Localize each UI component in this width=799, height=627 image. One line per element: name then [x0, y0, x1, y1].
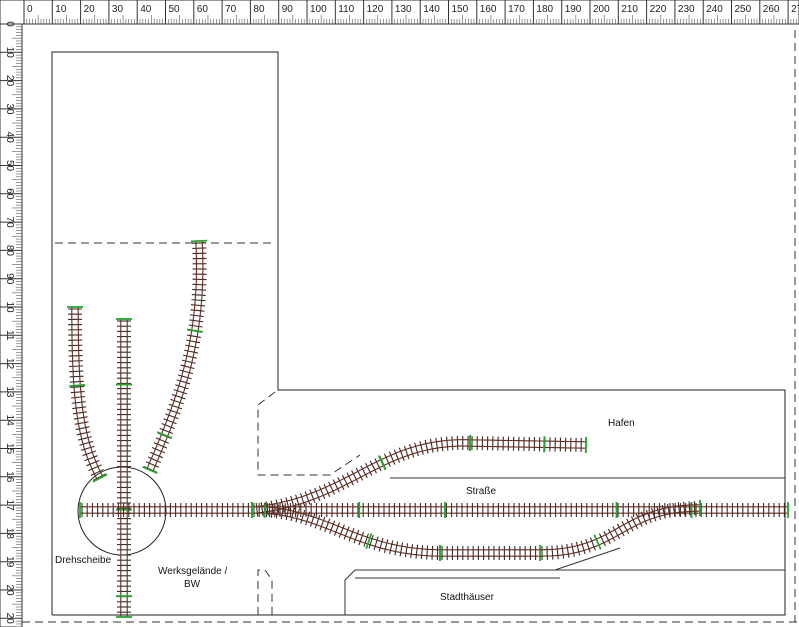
left-ruler-label: 20	[4, 584, 15, 596]
top-ruler-label: 90	[282, 4, 294, 15]
left-ruler-label: 16	[4, 471, 15, 483]
left-ruler-label: 15	[4, 443, 15, 455]
top-ruler-label: 230	[678, 4, 695, 15]
top-ruler-label: 250	[735, 4, 752, 15]
left-ruler-label: 40	[4, 132, 15, 144]
track-joint	[190, 239, 208, 243]
top-ruler-label: 0	[27, 4, 33, 15]
turntable-circle[interactable]	[77, 466, 167, 556]
left-ruler: 0 10 20 30 40 50 60 70 80 90 10 11 12 13 14 15 16 17 18 19 2…	[0, 21, 23, 627]
label-stadthaeuser: Stadthäuser	[440, 592, 495, 603]
top-ruler-label: 150	[452, 4, 469, 15]
track-joint	[69, 384, 86, 387]
label-hafen: Hafen	[608, 418, 635, 429]
track-joint	[365, 533, 373, 549]
top-ruler-label: 70	[225, 4, 237, 15]
left-ruler-label: 50	[4, 160, 15, 172]
top-ruler-label: 190	[565, 4, 582, 15]
top-ruler-label: 170	[508, 4, 525, 15]
top-ruler-label: 120	[367, 4, 384, 15]
track-joint	[142, 466, 158, 474]
top-ruler-label: 130	[395, 4, 412, 15]
track-spur-left[interactable]	[66, 306, 108, 483]
left-ruler-label: 11	[4, 330, 15, 341]
top-ruler-label: 260	[763, 4, 780, 15]
left-ruler-label: 70	[4, 217, 15, 229]
label-werksgelaende-1: Werksgelände /	[158, 566, 228, 577]
street-lines	[344, 477, 785, 615]
top-ruler: 0 10 20 30 40 50 60 70 80 90 100 110 120 130 140 150 160…	[0, 0, 799, 25]
left-ruler-label: 60	[4, 188, 15, 200]
track-harbor-branch[interactable]	[254, 434, 472, 517]
left-ruler-label: 20	[4, 75, 15, 87]
track-main[interactable]	[251, 502, 789, 518]
left-ruler-label: 30	[4, 103, 15, 115]
top-ruler-label: 20	[84, 4, 96, 15]
top-ruler-label: 210	[621, 4, 638, 15]
top-ruler-label: 220	[650, 4, 667, 15]
left-ruler-label: 14	[4, 415, 15, 427]
top-ruler-label: 30	[112, 4, 124, 15]
track-lower-branch[interactable]	[263, 501, 441, 562]
left-ruler-label: 20	[4, 613, 15, 625]
label-strasse: Straße	[466, 486, 496, 497]
top-ruler-label: 40	[140, 4, 152, 15]
dashed-lines	[22, 30, 799, 623]
left-ruler-label: 80	[4, 245, 15, 257]
track-harbor[interactable]	[468, 434, 588, 454]
left-ruler-label: 90	[4, 273, 15, 285]
top-ruler-label: 240	[706, 4, 723, 15]
left-ruler-label: 10	[4, 47, 15, 59]
left-ruler-label: 18	[4, 528, 15, 540]
track-lower[interactable]	[439, 545, 541, 561]
top-ruler-label: 80	[253, 4, 265, 15]
top-ruler-label: 270	[791, 4, 799, 15]
left-ruler-label: 17	[4, 500, 15, 512]
track-spur-right[interactable]	[142, 239, 208, 474]
top-ruler-label: 140	[423, 4, 440, 15]
tracks[interactable]	[66, 239, 789, 618]
left-ruler-label: 13	[4, 386, 15, 398]
track-lower-rejoin[interactable]	[540, 499, 701, 560]
label-werksgelaende-2: BW	[184, 579, 201, 590]
left-ruler-label: 0	[4, 21, 15, 27]
track-plan-canvas[interactable]: 0 10 20 30 40 50 60 70 80 90 100 110 120 130 140 150 160…	[0, 0, 799, 627]
top-ruler-label: 200	[593, 4, 610, 15]
label-drehscheibe: Drehscheibe	[55, 555, 112, 566]
left-ruler-label: 12	[4, 358, 15, 370]
track-joint	[263, 501, 267, 519]
left-ruler-label: 19	[4, 556, 15, 568]
top-ruler-label: 100	[310, 4, 327, 15]
top-ruler-label: 10	[55, 4, 67, 15]
track-joint	[156, 431, 173, 439]
top-ruler-label: 160	[480, 4, 497, 15]
track-joint	[186, 328, 203, 333]
left-ruler-label: 10	[4, 301, 15, 313]
top-ruler-label: 50	[169, 4, 181, 15]
top-ruler-label: 180	[536, 4, 553, 15]
top-ruler-label: 110	[338, 4, 354, 15]
top-ruler-label: 60	[197, 4, 209, 15]
